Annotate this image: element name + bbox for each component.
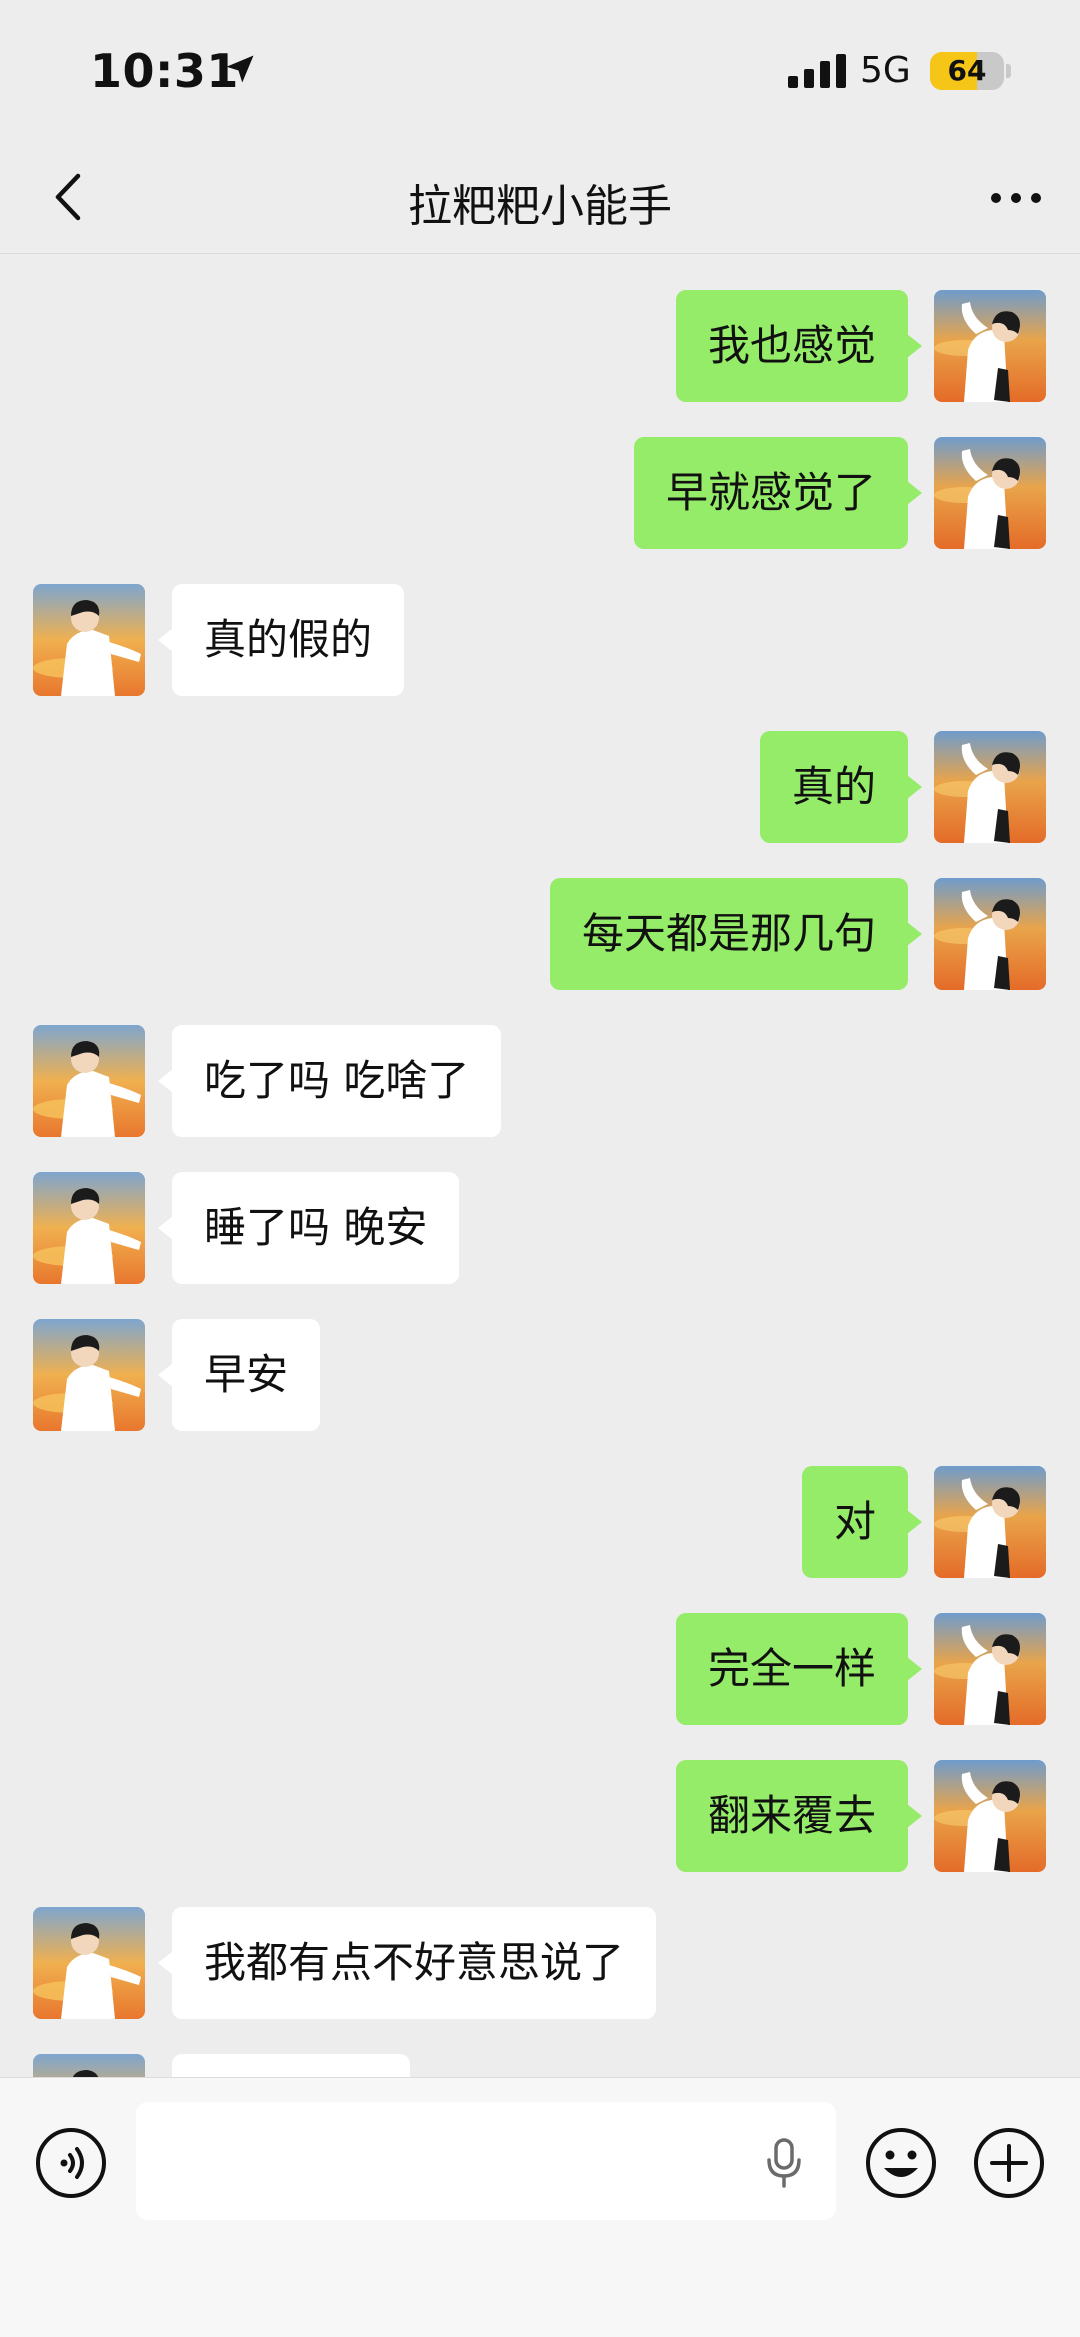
status-time: 10:31 <box>90 44 239 98</box>
avatar[interactable] <box>33 1172 145 1284</box>
avatar[interactable] <box>33 1025 145 1137</box>
message-bubble[interactable]: 睡了吗 晚安 <box>157 1172 460 1284</box>
chat-header: 拉粑粑小能手 <box>0 140 1080 254</box>
received-message: 真的假的 <box>0 584 1080 696</box>
avatar[interactable] <box>934 1760 1046 1872</box>
avatar[interactable] <box>33 2054 145 2077</box>
battery-icon: 64 <box>930 52 1004 90</box>
received-message: 吃了吗 吃啥了 <box>0 1025 1080 1137</box>
message-bubble[interactable]: 我也感觉 <box>675 290 923 402</box>
avatar[interactable] <box>934 1466 1046 1578</box>
network-type: 5G <box>860 50 911 91</box>
sent-message: 翻来覆去 <box>0 1760 1080 1872</box>
received-message <box>0 2054 1080 2077</box>
more-dots-icon[interactable] <box>988 176 1044 220</box>
avatar[interactable] <box>934 290 1046 402</box>
message-bubble[interactable]: 真的 <box>759 731 923 843</box>
sent-message: 每天都是那几句 <box>0 878 1080 990</box>
status-bar: 10:31 5G 64 <box>0 0 1080 140</box>
avatar[interactable] <box>33 1319 145 1431</box>
sent-message: 我也感觉 <box>0 290 1080 402</box>
sent-message: 早就感觉了 <box>0 437 1080 549</box>
avatar[interactable] <box>934 1613 1046 1725</box>
sent-message: 对 <box>0 1466 1080 1578</box>
battery-level: 64 <box>947 54 987 87</box>
chat-title: 拉粑粑小能手 <box>408 181 672 232</box>
message-bubble[interactable]: 真的假的 <box>157 584 405 696</box>
received-message: 我都有点不好意思说了 <box>0 1907 1080 2019</box>
battery-cap <box>1006 64 1011 78</box>
avatar[interactable] <box>934 878 1046 990</box>
message-list[interactable]: 我也感觉早就感觉了真的假的真的每天都是那几句 吃了吗 吃啥了 睡了吗 晚安 早安对完全… <box>0 255 1080 2077</box>
message-bubble[interactable]: 我都有点不好意思说了 <box>157 1907 657 2019</box>
avatar[interactable] <box>934 731 1046 843</box>
received-message: 睡了吗 晚安 <box>0 1172 1080 1284</box>
avatar[interactable] <box>33 1907 145 2019</box>
avatar[interactable] <box>33 584 145 696</box>
message-bubble[interactable]: 吃了吗 吃啥了 <box>157 1025 502 1137</box>
message-bubble[interactable]: 对 <box>801 1466 923 1578</box>
message-input[interactable] <box>136 2102 836 2220</box>
message-bubble[interactable]: 早安 <box>157 1319 321 1431</box>
message-bubble[interactable]: 翻来覆去 <box>675 1760 923 1872</box>
cellular-signal-icon <box>788 54 846 88</box>
sent-message: 完全一样 <box>0 1613 1080 1725</box>
input-bar <box>0 2077 1080 2337</box>
message-bubble[interactable]: 完全一样 <box>675 1613 923 1725</box>
received-message: 早安 <box>0 1319 1080 1431</box>
voice-wave-icon[interactable] <box>34 2126 108 2200</box>
smiley-face-icon[interactable] <box>864 2126 938 2200</box>
plus-circle-icon[interactable] <box>972 2126 1046 2200</box>
location-arrow-icon <box>226 55 254 83</box>
message-bubble[interactable] <box>172 2054 410 2077</box>
sent-message: 真的 <box>0 731 1080 843</box>
message-bubble[interactable]: 每天都是那几句 <box>549 878 923 990</box>
avatar[interactable] <box>934 437 1046 549</box>
message-bubble[interactable]: 早就感觉了 <box>633 437 923 549</box>
microphone-icon[interactable] <box>762 2136 806 2190</box>
